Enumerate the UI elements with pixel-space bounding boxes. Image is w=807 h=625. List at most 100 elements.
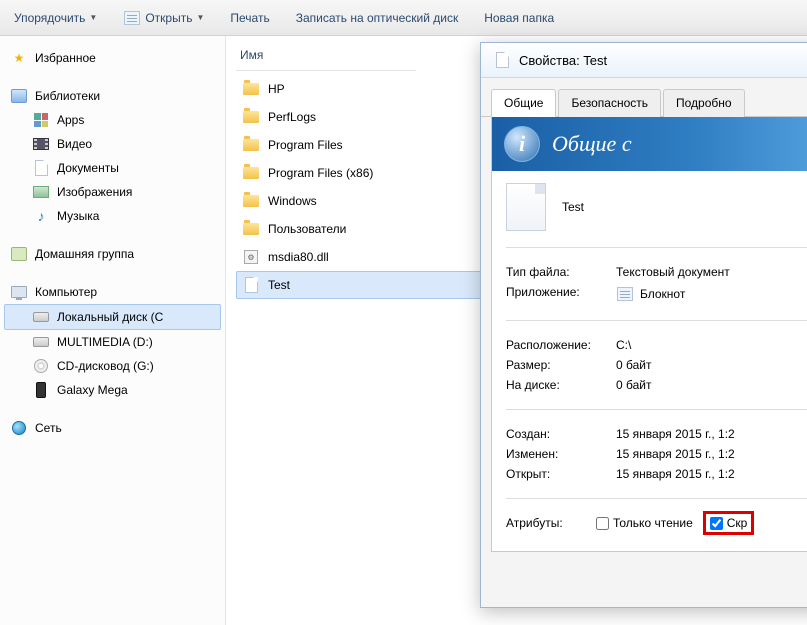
new-folder-label: Новая папка <box>484 11 554 25</box>
value-filetype: Текстовый документ <box>616 265 807 279</box>
label-opened: Открыт: <box>506 467 616 481</box>
tab-general[interactable]: Общие <box>491 89 556 117</box>
drive-icon <box>32 333 50 351</box>
file-name: Program Files <box>268 138 343 152</box>
dialog-buttons: OK <box>481 562 807 607</box>
value-opened: 15 января 2015 г., 1:2 <box>616 467 807 481</box>
explorer-toolbar: Упорядочить ▼ Открыть ▼ Печать Записать … <box>0 0 807 36</box>
info-icon: i <box>504 126 540 162</box>
notepad-icon <box>616 285 634 303</box>
sidebar-item-label: Изображения <box>57 185 132 199</box>
document-icon <box>242 276 260 294</box>
value-app: Блокнот <box>640 287 685 301</box>
file-name: Program Files (x86) <box>268 166 373 180</box>
library-icon <box>10 87 28 105</box>
hidden-checkbox[interactable] <box>710 517 723 530</box>
folder-icon <box>242 80 260 98</box>
sidebar-item-drive-d[interactable]: MULTIMEDIA (D:) <box>4 330 221 354</box>
sidebar-item-label: Локальный диск (C <box>57 310 163 324</box>
folder-icon <box>242 164 260 182</box>
sidebar-item-label: Galaxy Mega <box>57 383 128 397</box>
network-icon <box>10 419 28 437</box>
label-app: Приложение: <box>506 285 616 303</box>
banner-text: Общие с <box>552 131 632 157</box>
label-size: Размер: <box>506 358 616 372</box>
checkbox-hidden[interactable]: Скр <box>710 516 748 530</box>
print-button[interactable]: Печать <box>224 7 275 29</box>
new-folder-button[interactable]: Новая папка <box>478 7 560 29</box>
chevron-down-icon: ▼ <box>196 13 204 22</box>
value-size: 0 байт <box>616 358 807 372</box>
music-icon: ♪ <box>32 207 50 225</box>
sidebar-item-apps[interactable]: Apps <box>4 108 221 132</box>
dll-icon: ⚙ <box>242 248 260 266</box>
sidebar-item-label: Музыка <box>57 209 99 223</box>
folder-icon <box>242 192 260 210</box>
file-name: Test <box>268 278 290 292</box>
folder-icon <box>242 136 260 154</box>
notepad-icon <box>123 9 141 27</box>
sidebar-item-label: Видео <box>57 137 92 151</box>
open-button[interactable]: Открыть ▼ <box>117 5 210 31</box>
folder-icon <box>242 108 260 126</box>
file-name: Windows <box>268 194 317 208</box>
sidebar-item-label: Apps <box>57 113 84 127</box>
burn-button[interactable]: Записать на оптический диск <box>290 7 465 29</box>
pictures-icon <box>32 183 50 201</box>
star-icon: ★ <box>10 49 28 67</box>
network-label: Сеть <box>35 421 62 435</box>
value-location: C:\ <box>616 338 807 352</box>
sidebar-item-music[interactable]: ♪ Музыка <box>4 204 221 228</box>
column-header-name[interactable]: Имя <box>236 44 416 71</box>
sidebar-item-label: MULTIMEDIA (D:) <box>57 335 153 349</box>
sidebar-item-drive-g[interactable]: CD-дисковод (G:) <box>4 354 221 378</box>
file-name: Пользователи <box>268 222 346 236</box>
folder-icon <box>242 220 260 238</box>
favorites-root[interactable]: ★ Избранное <box>4 46 221 70</box>
sidebar-item-label: CD-дисковод (G:) <box>57 359 154 373</box>
file-name: PerfLogs <box>268 110 316 124</box>
highlight-hidden: Скр <box>703 511 755 535</box>
label-attributes: Атрибуты: <box>506 516 586 530</box>
document-icon <box>493 51 511 69</box>
sidebar-item-label: Документы <box>57 161 119 175</box>
sidebar-item-galaxy[interactable]: Galaxy Mega <box>4 378 221 402</box>
tab-security[interactable]: Безопасность <box>558 89 661 117</box>
tab-details[interactable]: Подробно <box>663 89 745 117</box>
sidebar-item-documents[interactable]: Документы <box>4 156 221 180</box>
libraries-label: Библиотеки <box>35 89 100 103</box>
organize-label: Упорядочить <box>14 11 85 25</box>
checkbox-readonly[interactable]: Только чтение <box>596 516 693 530</box>
dialog-banner: i Общие с <box>492 117 807 171</box>
label-filetype: Тип файла: <box>506 265 616 279</box>
burn-label: Записать на оптический диск <box>296 11 459 25</box>
label-modified: Изменен: <box>506 447 616 461</box>
sidebar-item-pictures[interactable]: Изображения <box>4 180 221 204</box>
homegroup-icon <box>10 245 28 263</box>
file-name: msdia80.dll <box>268 250 329 264</box>
libraries-root[interactable]: Библиотеки <box>4 84 221 108</box>
homegroup-label: Домашняя группа <box>35 247 134 261</box>
value-modified: 15 января 2015 г., 1:2 <box>616 447 807 461</box>
document-icon <box>32 159 50 177</box>
value-disk: 0 байт <box>616 378 807 392</box>
computer-root[interactable]: Компьютер <box>4 280 221 304</box>
network-root[interactable]: Сеть <box>4 416 221 440</box>
sidebar-item-video[interactable]: Видео <box>4 132 221 156</box>
homegroup-root[interactable]: Домашняя группа <box>4 242 221 266</box>
dialog-title: Свойства: Test <box>519 53 607 68</box>
chevron-down-icon: ▼ <box>89 13 97 22</box>
hidden-label: Скр <box>727 516 748 530</box>
computer-icon <box>10 283 28 301</box>
apps-icon <box>32 111 50 129</box>
phone-icon <box>32 381 50 399</box>
cd-icon <box>32 357 50 375</box>
organize-button[interactable]: Упорядочить ▼ <box>8 7 103 29</box>
sidebar-item-drive-c[interactable]: Локальный диск (C <box>4 304 221 330</box>
favorites-label: Избранное <box>35 51 96 65</box>
filename-field[interactable]: Test <box>558 196 807 218</box>
drive-icon <box>32 308 50 326</box>
dialog-titlebar[interactable]: Свойства: Test <box>481 43 807 78</box>
label-location: Расположение: <box>506 338 616 352</box>
readonly-checkbox[interactable] <box>596 517 609 530</box>
